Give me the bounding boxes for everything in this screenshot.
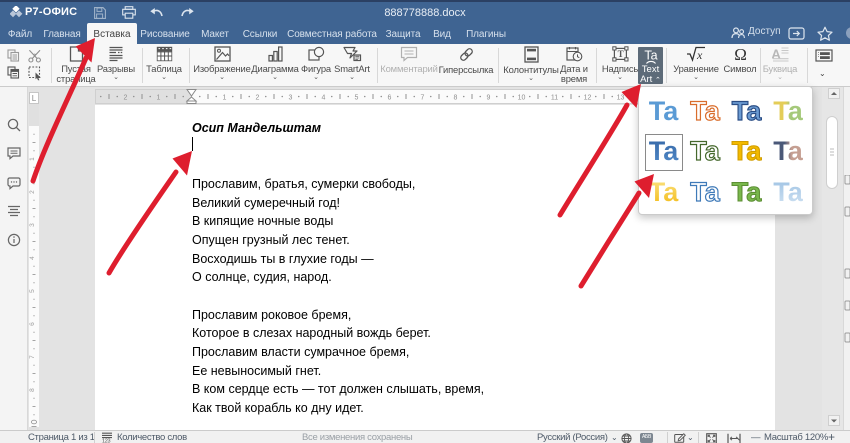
svg-text:x: x — [696, 48, 703, 62]
svg-text:8: 8 — [454, 94, 458, 101]
svg-text:6: 6 — [388, 94, 392, 101]
svg-text:4: 4 — [29, 256, 36, 260]
svg-text:1: 1 — [157, 94, 161, 101]
svg-text:1: 1 — [223, 94, 227, 101]
svg-text:Ta: Ta — [644, 49, 657, 63]
svg-text:T: T — [617, 49, 623, 59]
svg-text:3: 3 — [289, 94, 293, 101]
svg-text:10: 10 — [518, 94, 526, 101]
svg-text:6: 6 — [29, 322, 36, 326]
svg-text:11: 11 — [551, 94, 558, 101]
svg-text:3: 3 — [29, 223, 36, 227]
svg-text:123: 123 — [102, 439, 111, 443]
svg-text:13: 13 — [617, 94, 625, 101]
svg-text:7: 7 — [421, 94, 425, 101]
svg-text:4: 4 — [322, 94, 326, 101]
svg-text:2: 2 — [29, 190, 36, 194]
svg-text:Ω: Ω — [734, 46, 746, 62]
svg-text:1: 1 — [29, 157, 36, 161]
svg-text:7: 7 — [29, 355, 36, 359]
svg-text:9: 9 — [487, 94, 491, 101]
svg-text:2: 2 — [256, 94, 260, 101]
svg-text:5: 5 — [355, 94, 359, 101]
svg-text:5: 5 — [29, 289, 36, 293]
svg-text:12: 12 — [584, 94, 592, 101]
svg-text:2: 2 — [124, 94, 128, 101]
svg-text:8: 8 — [29, 388, 36, 392]
